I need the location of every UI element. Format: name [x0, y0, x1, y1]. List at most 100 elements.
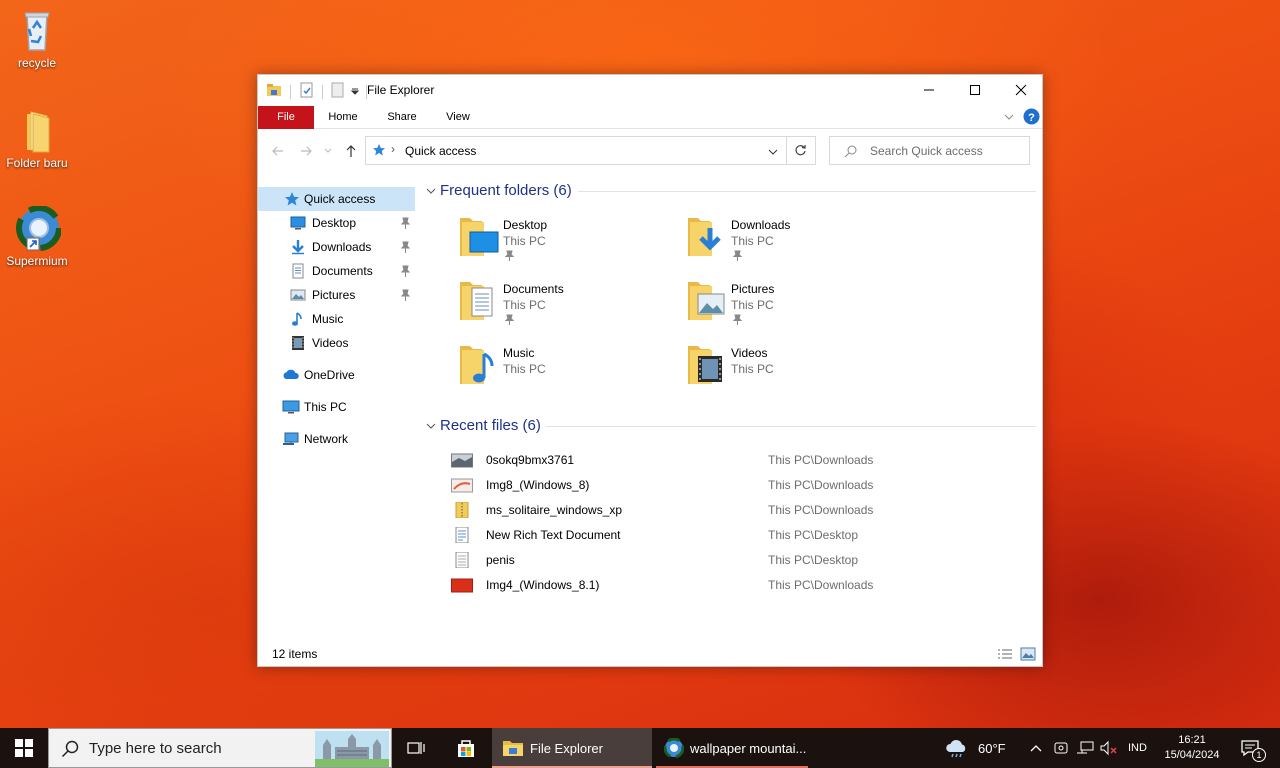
desktop-icon-folder-baru[interactable]: Folder baru: [0, 108, 74, 170]
forward-button[interactable]: [296, 141, 316, 161]
folder-name: Pictures: [731, 282, 775, 296]
downloads-folder-icon: [686, 212, 728, 260]
folder-tile-music[interactable]: Music This PC: [458, 340, 678, 396]
large-icons-view-icon[interactable]: [1020, 647, 1036, 664]
meet-now-button[interactable]: [1053, 728, 1069, 768]
network-icon: [282, 431, 299, 447]
pin-icon[interactable]: [400, 241, 411, 253]
expand-ribbon-chevron-icon[interactable]: [1003, 111, 1015, 126]
close-button[interactable]: [998, 75, 1044, 105]
sidebar-item-label: Documents: [312, 264, 373, 278]
start-button[interactable]: [0, 728, 48, 768]
recent-file-row[interactable]: Img4_(Windows_8.1) This PC\Downloads: [422, 573, 1036, 598]
windows-logo-icon: [15, 739, 33, 757]
file-name: New Rich Text Document: [486, 528, 621, 542]
folder-name: Downloads: [731, 218, 791, 232]
file-path: This PC\Downloads: [768, 453, 874, 467]
network-status-button[interactable]: [1076, 728, 1094, 768]
address-dropdown-icon[interactable]: [768, 146, 778, 160]
taskbar-app-label: File Explorer: [530, 740, 603, 756]
notification-center-button[interactable]: 1: [1236, 728, 1266, 768]
file-explorer-window: File Explorer File Home Share View ? › Q…: [257, 74, 1043, 667]
file-name: ms_solitaire_windows_xp: [486, 503, 623, 517]
search-highlight-castle-icon[interactable]: [315, 731, 389, 768]
folder-tile-downloads[interactable]: Downloads This PC: [686, 212, 906, 268]
maximize-button[interactable]: [952, 75, 998, 105]
file-name: Img8_(Windows_8): [486, 478, 590, 492]
sidebar-item-network[interactable]: Network: [258, 427, 415, 451]
weather-widget[interactable]: 60°F: [944, 728, 1006, 768]
group-title: Recent files (6): [440, 417, 541, 434]
folder-location: This PC: [503, 234, 546, 248]
sidebar-item-videos[interactable]: Videos: [258, 331, 415, 355]
help-icon[interactable]: ?: [1023, 108, 1040, 128]
input-language-indicator[interactable]: IND: [1128, 728, 1147, 768]
volume-button[interactable]: [1100, 728, 1118, 768]
tab-home[interactable]: Home: [320, 106, 366, 129]
show-hidden-icons-button[interactable]: [1030, 728, 1042, 768]
properties-icon[interactable]: [299, 82, 315, 101]
folder-tile-desktop[interactable]: Desktop This PC: [458, 212, 678, 268]
group-divider: [578, 191, 1036, 192]
music-folder-icon: [458, 340, 500, 388]
folder-name: Videos: [731, 346, 768, 360]
desktop-icon-recycle[interactable]: recycle: [0, 8, 74, 70]
recent-file-row[interactable]: Img8_(Windows_8) This PC\Downloads: [422, 473, 1036, 498]
search-box[interactable]: Search Quick access: [829, 136, 1030, 165]
new-folder-icon[interactable]: [330, 82, 346, 101]
folder-tile-documents[interactable]: Documents This PC: [458, 276, 678, 332]
desktop-icon-supermium[interactable]: Supermium: [0, 205, 74, 268]
file-name: penis: [486, 553, 515, 567]
taskbar-search-box[interactable]: Type here to search: [48, 728, 392, 768]
pin-icon[interactable]: [400, 289, 411, 301]
microsoft-store-button[interactable]: [446, 728, 486, 768]
recent-file-row[interactable]: New Rich Text Document This PC\Desktop: [422, 523, 1036, 548]
sidebar-item-onedrive[interactable]: OneDrive: [258, 363, 415, 387]
sidebar-item-pictures[interactable]: Pictures: [258, 283, 415, 307]
onedrive-cloud-icon: [282, 367, 299, 383]
folder-tile-videos[interactable]: Videos This PC: [686, 340, 906, 396]
supermium-browser-icon: [664, 738, 684, 758]
breadcrumb-quick-access[interactable]: Quick access: [405, 144, 476, 158]
customize-toolbar-chevron-icon[interactable]: [350, 85, 360, 99]
refresh-button[interactable]: [786, 136, 816, 165]
sidebar-item-label: Network: [304, 432, 349, 446]
item-count: 12 items: [272, 647, 318, 661]
sidebar-item-this-pc[interactable]: This PC: [258, 395, 415, 419]
tab-view[interactable]: View: [436, 106, 480, 129]
up-button[interactable]: [341, 141, 361, 161]
address-bar[interactable]: › Quick access: [365, 136, 787, 165]
pin-icon[interactable]: [400, 265, 411, 277]
tab-share[interactable]: Share: [378, 106, 426, 129]
task-view-button[interactable]: [402, 728, 430, 768]
sidebar-item-label: Downloads: [312, 240, 372, 254]
recent-file-row[interactable]: 0sokq9bmx3761 This PC\Downloads: [422, 448, 1036, 473]
search-placeholder: Search Quick access: [870, 144, 983, 158]
recent-locations-button[interactable]: [322, 141, 334, 161]
taskbar-app-file-explorer[interactable]: File Explorer: [492, 728, 652, 768]
sidebar-item-quick-access[interactable]: Quick access: [258, 187, 415, 211]
folder-location: This PC: [731, 362, 774, 376]
frequent-folders-header[interactable]: Frequent folders (6): [422, 180, 1036, 202]
clock[interactable]: 16:21 15/04/2024: [1160, 728, 1224, 768]
sidebar-item-downloads[interactable]: Downloads: [258, 235, 415, 259]
recent-file-row[interactable]: ms_solitaire_windows_xp This PC\Download…: [422, 498, 1036, 523]
folder-tile-pictures[interactable]: Pictures This PC: [686, 276, 906, 332]
minimize-button[interactable]: [906, 75, 952, 105]
close-icon: [1015, 84, 1027, 96]
sidebar-item-documents[interactable]: Documents: [258, 259, 415, 283]
recent-files-header[interactable]: Recent files (6): [422, 415, 1036, 437]
back-button[interactable]: [268, 141, 288, 161]
this-pc-monitor-icon: [282, 399, 300, 415]
taskbar-app-supermium[interactable]: wallpaper mountai...: [656, 728, 808, 768]
breadcrumb-separator-icon: ›: [391, 142, 395, 156]
details-view-icon[interactable]: [997, 648, 1013, 664]
up-arrow-icon: [346, 145, 356, 157]
tab-file[interactable]: File: [258, 106, 314, 129]
title-bar[interactable]: File Explorer: [258, 75, 1042, 105]
recent-file-row[interactable]: penis This PC\Desktop: [422, 548, 1036, 573]
sidebar-item-desktop[interactable]: Desktop: [258, 211, 415, 235]
sidebar-item-music[interactable]: Music: [258, 307, 415, 331]
pin-icon[interactable]: [400, 217, 411, 229]
folder-location: This PC: [503, 362, 546, 376]
